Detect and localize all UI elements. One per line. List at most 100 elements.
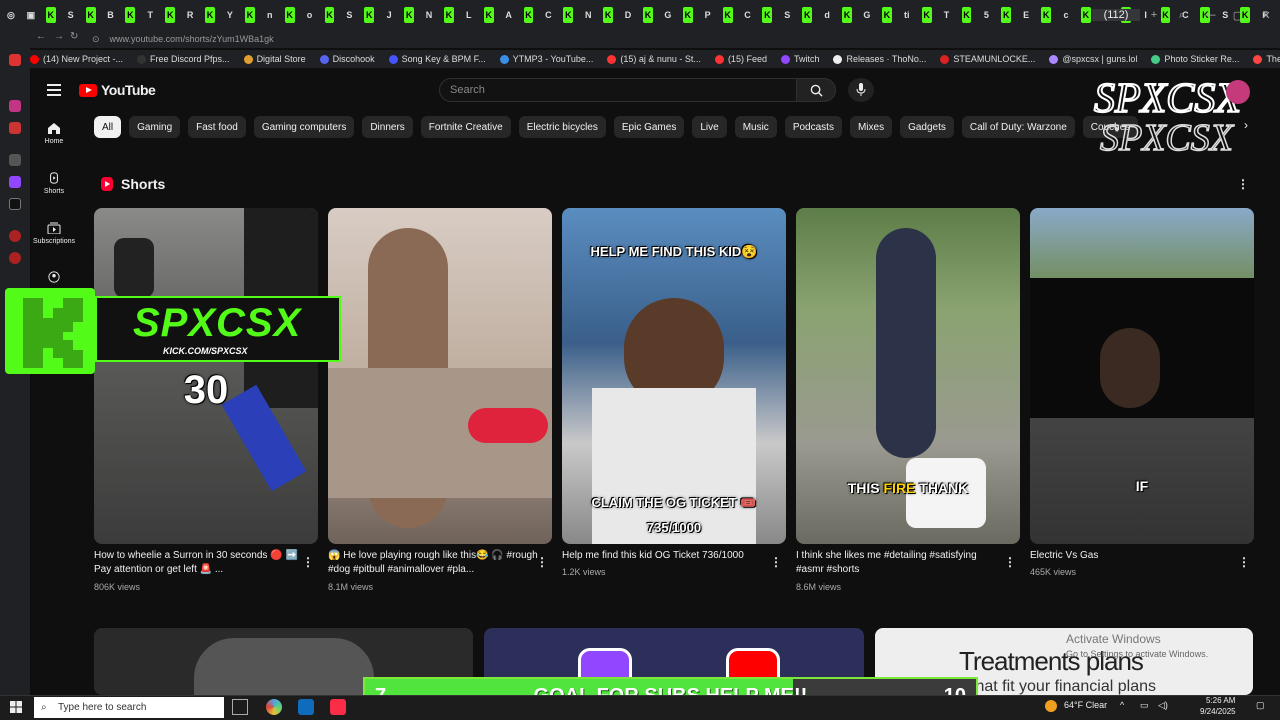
- tab-kick-favicon[interactable]: K: [483, 7, 494, 23]
- chip-gaming-computers[interactable]: Gaming computers: [253, 116, 355, 138]
- short-card-5[interactable]: IF: [1030, 208, 1254, 544]
- tab-kick-favicon[interactable]: K: [85, 7, 96, 23]
- chip-gadgets[interactable]: Gadgets: [900, 116, 954, 138]
- shelf-more-icon[interactable]: ⋮: [1237, 177, 1249, 191]
- chip-fortnite-creative[interactable]: Fortnite Creative: [420, 116, 511, 138]
- menu-icon[interactable]: [47, 84, 61, 99]
- tab-kick-favicon[interactable]: K: [762, 7, 773, 23]
- tab-favicon[interactable]: S: [782, 7, 792, 23]
- tab-kick-favicon[interactable]: K: [125, 7, 136, 23]
- tab-favicon[interactable]: C: [743, 7, 753, 23]
- sidebar-x-icon[interactable]: [9, 198, 21, 210]
- tab-favicon[interactable]: P: [703, 7, 713, 23]
- tab-kick-favicon[interactable]: K: [165, 7, 176, 23]
- short-more-icon[interactable]: ⋮: [1238, 555, 1250, 569]
- tab-favicon[interactable]: E: [1021, 7, 1031, 23]
- tab-favicon[interactable]: d: [822, 7, 832, 23]
- search-input[interactable]: [439, 78, 797, 102]
- avatar[interactable]: [1226, 80, 1250, 104]
- tab-favicon[interactable]: N: [424, 7, 434, 23]
- short-more-icon[interactable]: ⋮: [536, 555, 548, 569]
- music-app-icon[interactable]: [330, 699, 346, 715]
- chip-all[interactable]: All: [94, 116, 122, 138]
- short-title[interactable]: How to wheelie a Surron in 30 seconds 🔴 …: [94, 549, 304, 577]
- tab-favicon[interactable]: ti: [902, 7, 912, 23]
- tab-favicon[interactable]: o: [305, 7, 315, 23]
- tab-favicon[interactable]: B: [106, 7, 116, 23]
- tab-favicon[interactable]: G: [663, 7, 673, 23]
- short-more-icon[interactable]: ⋮: [302, 555, 314, 569]
- tab-favicon[interactable]: N: [583, 7, 593, 23]
- url-field[interactable]: ⊙ www.youtube.com/shorts/zYum1WBa1gk: [60, 30, 1240, 48]
- bookmark-item[interactable]: Digital Store: [243, 54, 306, 64]
- chip-fast-food[interactable]: Fast food: [188, 116, 246, 138]
- short-title[interactable]: Help me find this kid OG Ticket 736/1000: [562, 549, 772, 563]
- active-tab[interactable]: (112): [1092, 9, 1140, 21]
- browser-menu-icon[interactable]: ◎: [6, 7, 16, 23]
- tab-kick-favicon[interactable]: K: [722, 7, 733, 23]
- tab-favicon[interactable]: G: [862, 7, 872, 23]
- chip-mixes[interactable]: Mixes: [849, 116, 893, 138]
- tab-kick-favicon[interactable]: K: [921, 7, 932, 23]
- tab-kick-favicon[interactable]: K: [802, 7, 813, 23]
- short-title[interactable]: I think she likes me #detailing #satisfy…: [796, 549, 1006, 577]
- bookmark-item[interactable]: STEAMUNLOCKE...: [940, 54, 1035, 64]
- short-card-3[interactable]: HELP ME FIND THIS KID😵 CLAIM THE OG TICK…: [562, 208, 786, 544]
- weather-icon[interactable]: [1045, 700, 1057, 712]
- tab-kick-favicon[interactable]: K: [45, 7, 56, 23]
- sidebar-messenger-icon[interactable]: [9, 54, 21, 66]
- short-title[interactable]: 😱 He love playing rough like this😂 🎧 #ro…: [328, 549, 538, 577]
- tab-favicon[interactable]: S: [66, 7, 76, 23]
- bookmark-item[interactable]: TheKM: [1253, 54, 1280, 64]
- maximize-icon[interactable]: ▢: [1224, 9, 1252, 22]
- back-icon[interactable]: ←: [36, 31, 46, 42]
- clock-time[interactable]: 5:26 AM: [1206, 696, 1235, 705]
- tab-favicon[interactable]: C: [543, 7, 553, 23]
- guide-item-shorts[interactable]: Shorts: [30, 172, 78, 195]
- guide-item-subscriptions[interactable]: Subscriptions: [30, 222, 78, 245]
- site-info-icon[interactable]: ⊙: [92, 34, 100, 45]
- bookmark-item[interactable]: Twitch: [780, 54, 819, 64]
- tab-favicon[interactable]: c: [1061, 7, 1071, 23]
- tab-kick-favicon[interactable]: K: [603, 7, 614, 23]
- bookmark-item[interactable]: Song Key & BPM F...: [388, 54, 486, 64]
- chip-dinners[interactable]: Dinners: [362, 116, 413, 138]
- tab-favicon[interactable]: T: [145, 7, 155, 23]
- chip-epic-games[interactable]: Epic Games: [613, 116, 685, 138]
- bookmark-item[interactable]: Releases · ThoNo...: [833, 54, 926, 64]
- volume-icon[interactable]: ◁): [1158, 700, 1168, 711]
- tab-favicon[interactable]: n: [265, 7, 275, 23]
- tab-favicon[interactable]: T: [942, 7, 952, 23]
- tab-kick-favicon[interactable]: K: [523, 7, 534, 23]
- sidebar-twitch-icon[interactable]: [9, 176, 21, 188]
- tab-kick-favicon[interactable]: K: [1041, 7, 1052, 23]
- tab-kick-favicon[interactable]: K: [563, 7, 574, 23]
- short-title[interactable]: Electric Vs Gas: [1030, 549, 1240, 563]
- bookmark-item[interactable]: Discohook: [319, 54, 375, 64]
- tab-favicon[interactable]: L: [464, 7, 474, 23]
- tab-kick-favicon[interactable]: K: [643, 7, 653, 23]
- tab-kick-favicon[interactable]: K: [404, 7, 415, 23]
- tab-kick-favicon[interactable]: K: [205, 7, 215, 23]
- network-icon[interactable]: ▭: [1140, 700, 1149, 711]
- bookmark-item[interactable]: YTMP3 - YouTube...: [499, 54, 593, 64]
- bookmark-item[interactable]: (14) New Project -...: [30, 54, 123, 64]
- chip-podcasts[interactable]: Podcasts: [784, 116, 842, 138]
- chip-call-of-duty-warzone[interactable]: Call of Duty: Warzone: [961, 116, 1075, 138]
- new-tab-icon[interactable]: +: [1140, 9, 1168, 21]
- chip-electric-bicycles[interactable]: Electric bicycles: [518, 116, 606, 138]
- bookmark-item[interactable]: Free Discord Pfps...: [137, 54, 230, 64]
- taskbar-search-input[interactable]: ⌕ Type here to search: [34, 697, 224, 718]
- tab-overview-icon[interactable]: ▣: [26, 7, 36, 23]
- bookmark-item[interactable]: (15) Feed: [714, 54, 767, 64]
- tab-kick-favicon[interactable]: K: [842, 7, 852, 23]
- edge-browser-icon[interactable]: [266, 699, 282, 715]
- tab-kick-favicon[interactable]: K: [443, 7, 454, 23]
- tray-chevron-icon[interactable]: ^: [1120, 700, 1124, 710]
- chip-music[interactable]: Music: [734, 116, 777, 138]
- tab-kick-favicon[interactable]: K: [1001, 7, 1012, 23]
- guide-item-home[interactable]: Home: [30, 122, 78, 145]
- task-view-icon[interactable]: [232, 699, 248, 715]
- tab-favicon[interactable]: A: [504, 7, 514, 23]
- tab-kick-favicon[interactable]: K: [364, 7, 375, 23]
